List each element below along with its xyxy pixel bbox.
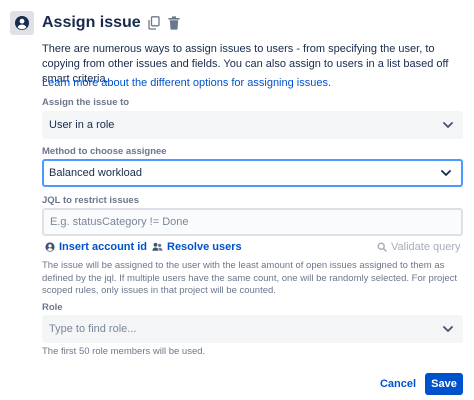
jql-input[interactable] — [42, 208, 463, 236]
save-button[interactable]: Save — [425, 373, 463, 395]
copy-icon[interactable] — [147, 15, 161, 31]
assign-to-select[interactable]: User in a role — [42, 111, 463, 139]
search-icon — [377, 242, 387, 252]
method-select[interactable]: Balanced workload — [42, 159, 463, 187]
assign-field-label: Assign the issue to — [42, 97, 130, 108]
cancel-button[interactable]: Cancel — [376, 373, 420, 395]
method-value: Balanced workload — [49, 167, 142, 179]
validate-query-label: Validate query — [391, 241, 461, 253]
chevron-down-icon — [441, 168, 451, 178]
resolve-users-button[interactable]: Resolve users — [152, 240, 242, 254]
component-header: Assign issue — [10, 10, 181, 36]
user-icon — [45, 242, 55, 252]
trash-icon[interactable] — [167, 15, 181, 31]
learn-more-link[interactable]: Learn more about the different options f… — [42, 77, 331, 89]
role-help-text: The first 50 role members will be used. — [42, 346, 206, 357]
insert-account-id-label: Insert account id — [59, 241, 148, 253]
method-field-label: Method to choose assignee — [42, 146, 167, 157]
method-help-text: The issue will be assigned to the user w… — [42, 260, 458, 296]
role-select[interactable]: Type to find role... — [42, 315, 463, 343]
role-placeholder: Type to find role... — [49, 323, 137, 335]
people-icon — [152, 242, 163, 252]
resolve-users-label: Resolve users — [167, 241, 242, 253]
page-title: Assign issue — [42, 14, 141, 31]
jql-field-label: JQL to restrict issues — [42, 195, 139, 206]
user-circle-icon — [10, 11, 34, 35]
insert-account-id-button[interactable]: Insert account id — [45, 240, 147, 254]
assign-to-value: User in a role — [49, 119, 115, 131]
validate-query-button[interactable]: Validate query — [377, 240, 461, 254]
chevron-down-icon — [443, 120, 453, 130]
chevron-down-icon — [443, 324, 453, 334]
role-field-label: Role — [42, 302, 63, 313]
